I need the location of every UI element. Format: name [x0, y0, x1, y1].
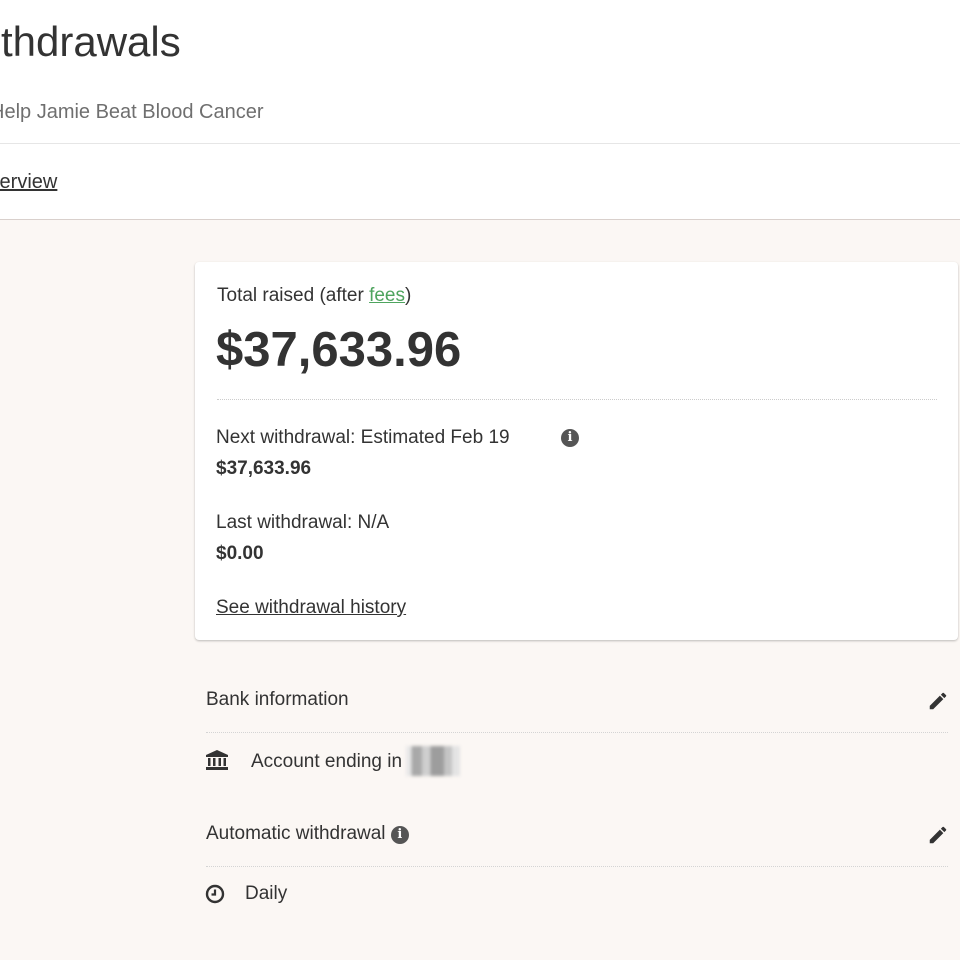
account-ending-text: Account ending in	[251, 746, 461, 776]
total-raised-prefix: Total raised (after	[217, 285, 370, 306]
tab-overview[interactable]: Overview	[0, 168, 57, 196]
next-withdrawal-amount: $37,633.96	[216, 458, 312, 479]
automatic-withdrawal-label: Automatic withdrawal	[206, 823, 386, 844]
bank-information-heading: Bank information	[206, 689, 349, 710]
row-divider	[206, 866, 948, 867]
card-divider	[217, 399, 937, 400]
automatic-withdrawal-heading: Automatic withdrawal i	[206, 820, 409, 848]
last-withdrawal-label: Last withdrawal: N/A	[216, 512, 390, 533]
withdrawal-frequency: Daily	[245, 883, 288, 904]
page-header: Withdrawals Help Jamie Beat Blood Cancer…	[0, 0, 960, 220]
fees-link[interactable]: fees	[369, 285, 405, 306]
header-divider	[0, 143, 960, 144]
withdrawal-history-link[interactable]: See withdrawal history	[216, 594, 406, 622]
redacted-account-digits	[406, 746, 461, 776]
clock-icon	[205, 884, 225, 904]
pencil-icon[interactable]	[927, 824, 949, 846]
page-title: Withdrawals	[0, 18, 181, 65]
total-raised-label: Total raised (after fees)	[217, 282, 411, 310]
next-withdrawal-label: Next withdrawal: Estimated Feb 19	[216, 427, 510, 448]
bank-icon	[206, 750, 228, 770]
fundraiser-name: Help Jamie Beat Blood Cancer	[0, 101, 264, 123]
info-icon[interactable]: i	[390, 826, 409, 844]
total-raised-amount: $37,633.96	[216, 323, 462, 377]
account-ending-label: Account ending in	[251, 751, 403, 772]
last-withdrawal-amount: $0.00	[216, 543, 264, 564]
row-divider	[206, 732, 948, 733]
pencil-icon[interactable]	[927, 690, 949, 712]
total-raised-suffix: )	[405, 285, 412, 306]
withdrawal-summary-card: Total raised (after fees) $37,633.96 Nex…	[195, 262, 958, 640]
info-icon[interactable]: i	[561, 429, 579, 447]
